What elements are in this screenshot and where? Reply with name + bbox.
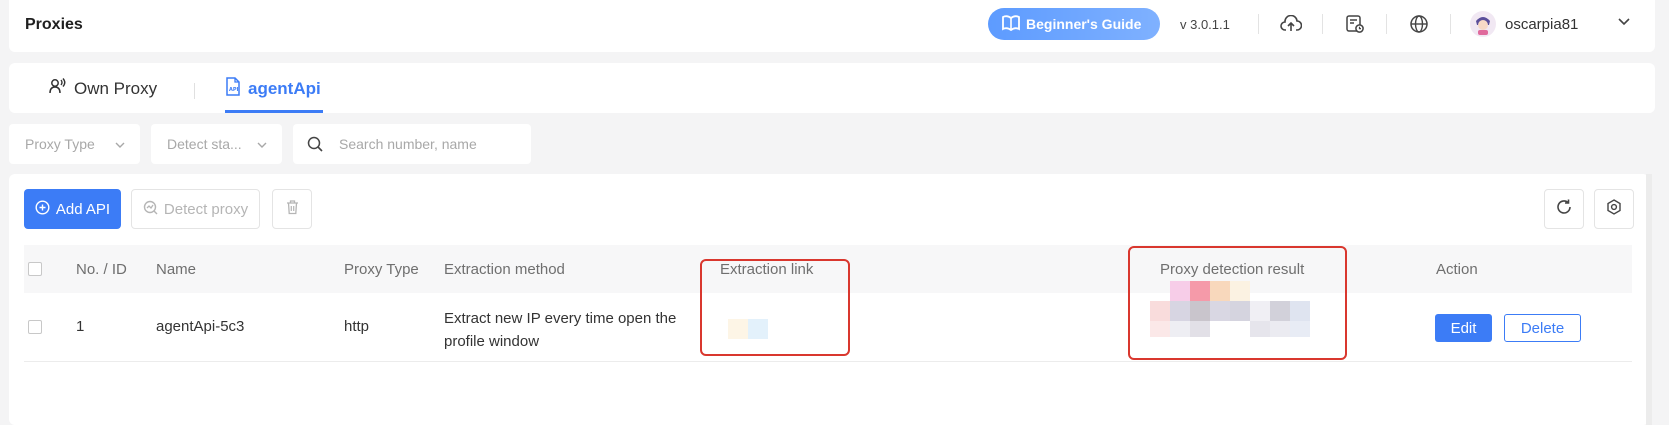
chevron-down-icon bbox=[256, 138, 268, 154]
user-signal-icon bbox=[49, 77, 67, 100]
col-header-id[interactable]: No. / ID bbox=[76, 261, 127, 278]
active-tab-indicator bbox=[225, 110, 323, 113]
highlight-box-extraction-link bbox=[700, 259, 850, 356]
refresh-button[interactable] bbox=[1544, 189, 1584, 229]
detect-status-select[interactable]: Detect sta... bbox=[151, 124, 282, 164]
row-name: agentApi-5c3 bbox=[156, 318, 245, 335]
gear-icon bbox=[1606, 198, 1622, 220]
highlight-box-detection-result bbox=[1128, 246, 1347, 360]
detect-proxy-label: Detect proxy bbox=[163, 200, 249, 218]
header-divider bbox=[1322, 14, 1323, 34]
header-divider bbox=[1258, 14, 1259, 34]
svg-text:API: API bbox=[229, 87, 239, 93]
detect-status-placeholder: Detect sta... bbox=[167, 136, 242, 152]
search-field[interactable]: Search number, name bbox=[293, 124, 531, 164]
column-settings-button[interactable] bbox=[1594, 189, 1634, 229]
chevron-down-icon bbox=[114, 138, 126, 154]
tab-own-proxy-label: Own Proxy bbox=[74, 78, 158, 98]
tab-bar: Own Proxy API agentApi bbox=[9, 63, 1655, 113]
username[interactable]: oscarpia81 bbox=[1505, 16, 1578, 33]
row-checkbox[interactable] bbox=[28, 320, 42, 334]
row-proxy-type: http bbox=[344, 318, 370, 335]
book-icon bbox=[1002, 14, 1020, 34]
beginners-guide-label: Beginner's Guide bbox=[1026, 16, 1142, 32]
beginners-guide-button[interactable]: Beginner's Guide bbox=[988, 8, 1160, 40]
proxy-type-select[interactable]: Proxy Type bbox=[9, 124, 140, 164]
page-title: Proxies bbox=[25, 16, 83, 33]
detect-proxy-button[interactable]: Detect proxy bbox=[131, 189, 260, 229]
col-header-action: Action bbox=[1436, 261, 1478, 278]
edit-button[interactable]: Edit bbox=[1435, 314, 1492, 342]
proxy-type-placeholder: Proxy Type bbox=[25, 136, 95, 152]
delete-selected-button[interactable] bbox=[272, 189, 312, 229]
add-api-label: Add API bbox=[55, 200, 111, 218]
col-header-name[interactable]: Name bbox=[156, 261, 196, 278]
col-header-proxy-type[interactable]: Proxy Type bbox=[344, 261, 419, 278]
chevron-down-icon[interactable] bbox=[1616, 14, 1632, 35]
header-divider bbox=[1450, 14, 1451, 34]
plus-circle-icon bbox=[35, 199, 50, 219]
search-icon bbox=[306, 135, 324, 156]
calendar-clock-icon[interactable] bbox=[1343, 12, 1367, 36]
globe-icon[interactable] bbox=[1407, 12, 1431, 36]
row-id: 1 bbox=[76, 318, 85, 335]
detect-icon bbox=[143, 200, 158, 219]
row-extraction-method: Extract new IP every time open the profi… bbox=[444, 310, 677, 350]
version-label: v 3.0.1.1 bbox=[1180, 17, 1230, 32]
trash-icon bbox=[285, 199, 300, 220]
select-all-checkbox[interactable] bbox=[28, 262, 42, 276]
api-file-icon: API bbox=[225, 77, 241, 101]
avatar[interactable] bbox=[1470, 11, 1496, 37]
tab-agent-api-label: agentApi bbox=[248, 79, 321, 98]
scrollbar[interactable] bbox=[1646, 174, 1652, 425]
refresh-icon bbox=[1555, 198, 1573, 221]
add-api-button[interactable]: Add API bbox=[24, 189, 121, 229]
delete-button[interactable]: Delete bbox=[1504, 314, 1581, 342]
header-divider bbox=[1386, 14, 1387, 34]
cloud-upload-icon[interactable] bbox=[1279, 12, 1303, 36]
col-header-extraction-method[interactable]: Extraction method bbox=[444, 261, 565, 278]
tab-agent-api[interactable]: API agentApi bbox=[225, 77, 321, 101]
tab-own-proxy[interactable]: Own Proxy bbox=[49, 77, 157, 100]
tab-divider bbox=[194, 83, 195, 99]
search-input[interactable]: Search number, name bbox=[339, 136, 477, 152]
